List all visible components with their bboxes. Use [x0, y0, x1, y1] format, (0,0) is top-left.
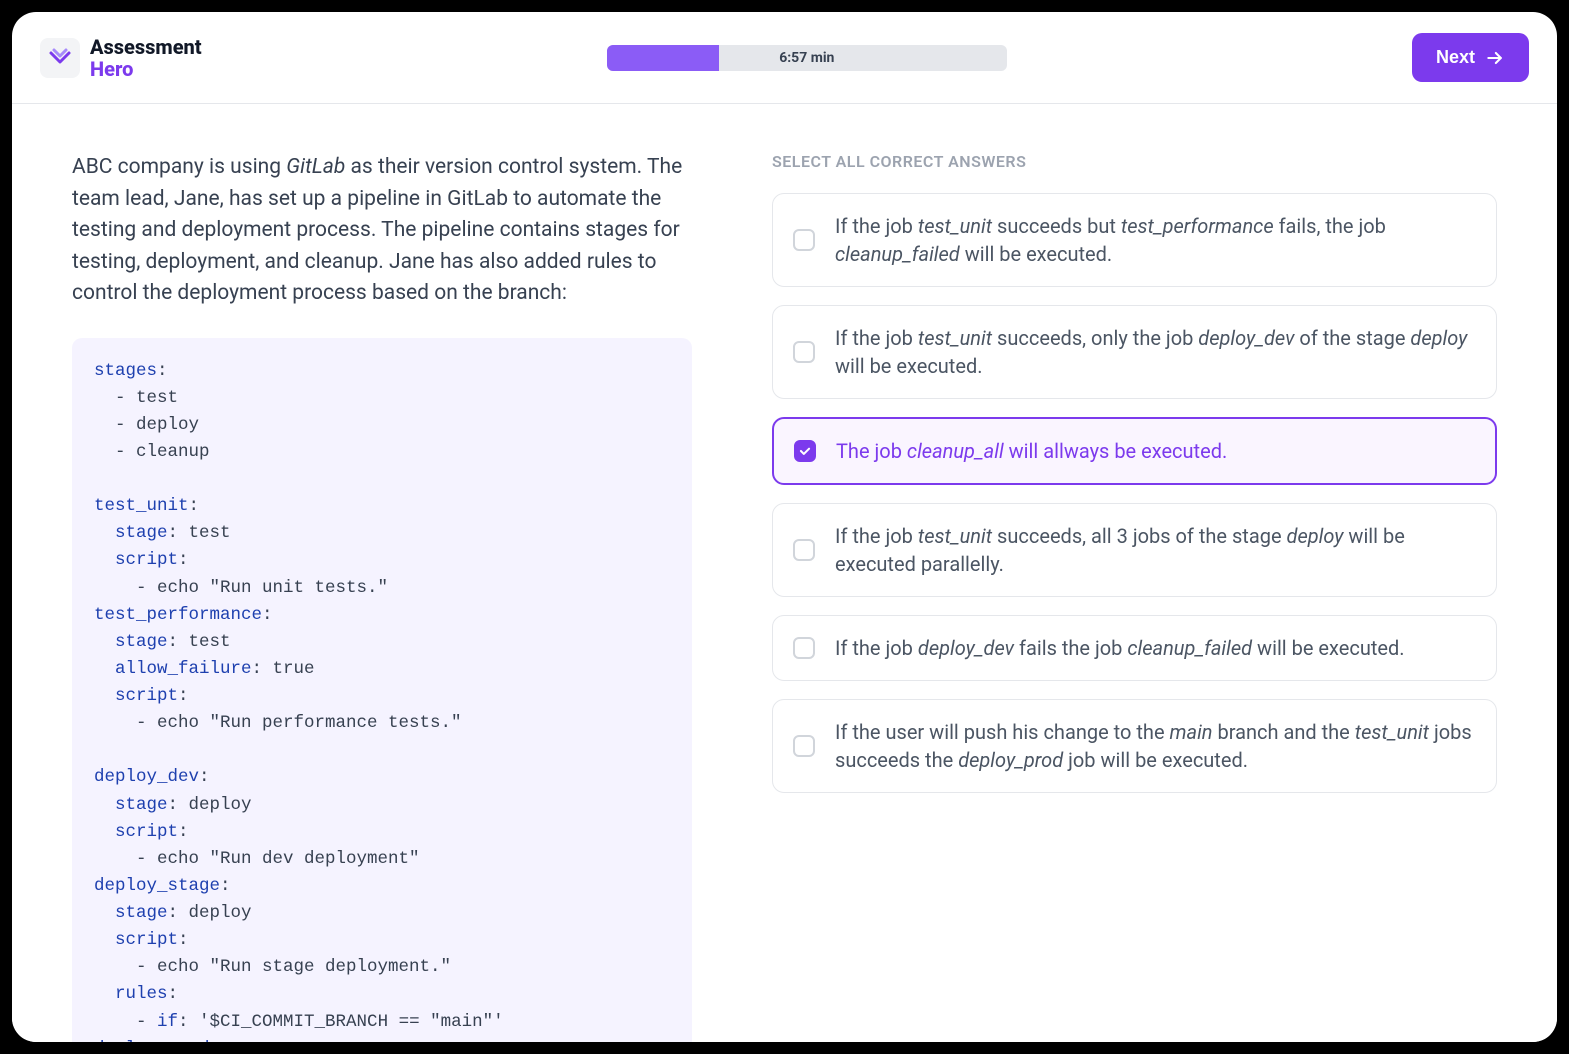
answer-option-0[interactable]: If the job test_unit succeeds but test_p…	[772, 193, 1497, 287]
checkbox[interactable]	[794, 440, 816, 462]
answer-option-5[interactable]: If the user will push his change to the …	[772, 699, 1497, 793]
progress-wrap: 6:57 min	[202, 45, 1412, 71]
content: ABC company is using GitLab as their ver…	[12, 104, 1557, 1042]
next-button-label: Next	[1436, 47, 1475, 68]
progress-fill	[607, 45, 719, 71]
checkbox[interactable]	[793, 229, 815, 251]
app-frame: Assessment Hero 6:57 min Next ABC compan…	[12, 12, 1557, 1042]
checkbox[interactable]	[793, 539, 815, 561]
answer-text: The job cleanup_all will allways be exec…	[836, 437, 1227, 465]
logo: Assessment Hero	[40, 36, 202, 80]
brand-line-1: Assessment	[90, 36, 202, 58]
answer-text: If the job test_unit succeeds but test_p…	[835, 212, 1476, 268]
arrow-right-icon	[1485, 48, 1505, 68]
progress-bar: 6:57 min	[607, 45, 1007, 71]
header: Assessment Hero 6:57 min Next	[12, 12, 1557, 104]
checkbox[interactable]	[793, 637, 815, 659]
checkbox[interactable]	[793, 341, 815, 363]
logo-icon	[40, 38, 80, 78]
question-text: ABC company is using GitLab as their ver…	[72, 152, 692, 310]
timer-label: 6:57 min	[779, 50, 834, 66]
answer-text: If the job test_unit succeeds, all 3 job…	[835, 522, 1476, 578]
answer-text: If the user will push his change to the …	[835, 718, 1476, 774]
answers-column: SELECT ALL CORRECT ANSWERS If the job te…	[772, 152, 1497, 994]
code-block: stages: - test - deploy - cleanup test_u…	[72, 338, 692, 1043]
answer-option-3[interactable]: If the job test_unit succeeds, all 3 job…	[772, 503, 1497, 597]
answer-option-2[interactable]: The job cleanup_all will allways be exec…	[772, 417, 1497, 485]
logo-text: Assessment Hero	[90, 36, 202, 80]
answer-text: If the job deploy_dev fails the job clea…	[835, 634, 1405, 662]
answer-option-4[interactable]: If the job deploy_dev fails the job clea…	[772, 615, 1497, 681]
answer-option-1[interactable]: If the job test_unit succeeds, only the …	[772, 305, 1497, 399]
checkbox[interactable]	[793, 735, 815, 757]
next-button[interactable]: Next	[1412, 33, 1529, 82]
answer-text: If the job test_unit succeeds, only the …	[835, 324, 1476, 380]
answers-list: If the job test_unit succeeds but test_p…	[772, 193, 1497, 793]
answers-heading: SELECT ALL CORRECT ANSWERS	[772, 152, 1497, 171]
brand-line-2: Hero	[90, 58, 202, 80]
question-column: ABC company is using GitLab as their ver…	[72, 152, 692, 994]
check-icon	[798, 444, 812, 458]
